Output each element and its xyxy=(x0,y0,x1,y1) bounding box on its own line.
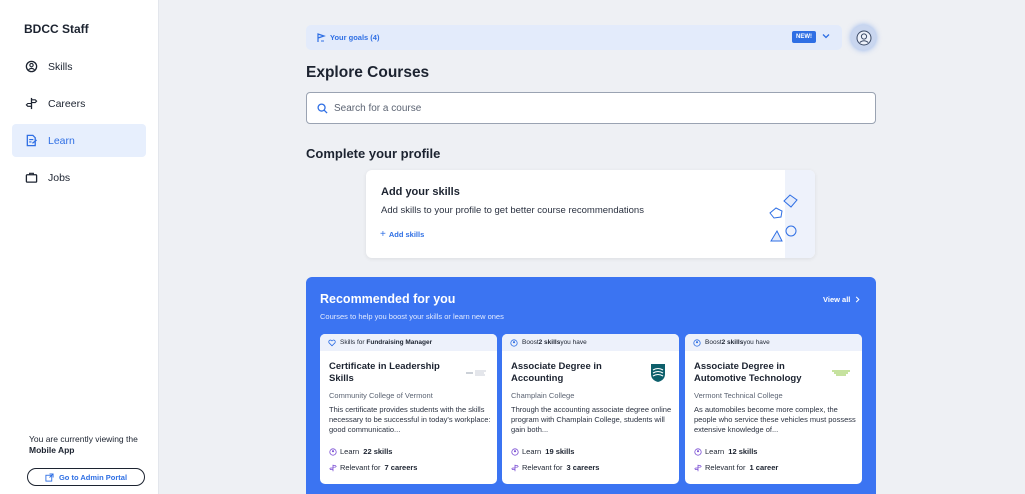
signpost-icon xyxy=(24,97,38,111)
course-description: Through the accounting associate degree … xyxy=(511,405,672,434)
sidebar: BDCC Staff Skills Careers Learn Jobs You… xyxy=(0,0,159,494)
course-card[interactable]: Skills for Fundraising Manager Certifica… xyxy=(320,334,497,484)
course-description: This certificate provides students with … xyxy=(329,405,491,434)
course-tag-suffix: you have xyxy=(560,339,587,346)
course-school: Community College of Vermont xyxy=(329,391,433,400)
course-title: Associate Degree in Automotive Technolog… xyxy=(694,361,802,384)
recommended-title: Recommended for you xyxy=(320,292,456,306)
chevron-right-icon xyxy=(854,296,861,303)
sidebar-item-jobs[interactable]: Jobs xyxy=(12,161,146,194)
viewing-app: Mobile App xyxy=(29,445,75,455)
course-description: As automobiles become more complex, the … xyxy=(694,405,856,434)
profile-section-title: Complete your profile xyxy=(306,146,441,161)
admin-portal-button[interactable]: Go to Admin Portal xyxy=(27,468,145,486)
relevant-prefix: Relevant for xyxy=(340,463,383,472)
vtc-logo xyxy=(830,362,852,384)
goals-bar[interactable]: Your goals (4) xyxy=(306,25,842,50)
user-avatar[interactable] xyxy=(851,25,876,50)
external-link-icon xyxy=(45,472,54,482)
avatar-icon xyxy=(856,30,871,45)
skills-icon xyxy=(24,60,38,74)
briefcase-icon xyxy=(24,171,38,185)
recommended-panel: Recommended for you Courses to help you … xyxy=(306,277,876,494)
course-tag: Skills for Fundraising Manager xyxy=(320,334,497,351)
sidebar-item-careers[interactable]: Careers xyxy=(12,87,146,120)
new-badge: NEW! xyxy=(792,31,816,43)
plus-icon: + xyxy=(380,229,386,240)
learn-prefix: Learn xyxy=(705,447,727,456)
course-school: Champlain College xyxy=(511,391,575,400)
admin-portal-label: Go to Admin Portal xyxy=(58,472,128,482)
skills-icon xyxy=(693,338,701,347)
learn-bold: 19 skills xyxy=(545,447,575,456)
skills-icon xyxy=(510,338,518,347)
sidebar-item-label: Jobs xyxy=(48,171,71,184)
course-tag-bold: Fundraising Manager xyxy=(366,339,433,346)
champlain-shield-logo xyxy=(647,362,669,384)
ccv-logo xyxy=(465,362,487,384)
heart-icon xyxy=(328,339,336,347)
course-learn-skills: Learn 19 skills xyxy=(511,447,574,456)
learn-prefix: Learn xyxy=(340,447,362,456)
course-tag-prefix: Skills for xyxy=(340,339,365,346)
learn-bold: 22 skills xyxy=(363,447,393,456)
brand-name: BDCC Staff xyxy=(24,22,89,36)
skills-icon xyxy=(694,447,702,456)
sidebar-item-skills[interactable]: Skills xyxy=(12,50,146,83)
course-tag: Boost 2 skills you have xyxy=(685,334,862,351)
add-skills-card: Add your skills Add skills to your profi… xyxy=(366,170,815,258)
course-card[interactable]: Boost 2 skills you have Associate Degree… xyxy=(502,334,679,484)
relevant-prefix: Relevant for xyxy=(522,463,565,472)
course-card[interactable]: Boost 2 skills you have Associate Degree… xyxy=(685,334,862,484)
course-tag-prefix: Boost xyxy=(522,339,539,346)
sidebar-nav: Skills Careers Learn Jobs xyxy=(12,50,146,198)
search-input[interactable] xyxy=(334,102,834,114)
signpost-icon xyxy=(511,464,519,472)
view-all-link[interactable]: View all xyxy=(823,295,861,304)
chevron-down-icon[interactable] xyxy=(821,31,831,41)
learn-prefix: Learn xyxy=(522,447,544,456)
sidebar-item-label: Skills xyxy=(48,60,73,73)
skills-icon xyxy=(511,447,519,456)
relevant-bold: 1 career xyxy=(749,463,779,472)
learn-bold: 12 skills xyxy=(728,447,758,456)
sidebar-item-label: Learn xyxy=(48,134,75,147)
course-learn-skills: Learn 22 skills xyxy=(329,447,392,456)
goals-label: Your goals (4) xyxy=(330,33,380,42)
view-all-label: View all xyxy=(823,295,851,304)
course-tag-suffix: you have xyxy=(743,339,770,346)
decorative-shapes-icon xyxy=(769,194,798,242)
signpost-icon xyxy=(329,464,337,472)
sidebar-item-label: Careers xyxy=(48,97,86,110)
course-search[interactable] xyxy=(306,92,876,124)
relevant-bold: 3 careers xyxy=(566,463,600,472)
course-tag-prefix: Boost xyxy=(705,339,722,346)
course-relevant-careers: Relevant for 7 careers xyxy=(329,463,417,472)
course-school: Vermont Technical College xyxy=(694,391,783,400)
course-learn-skills: Learn 12 skills xyxy=(694,447,757,456)
search-icon xyxy=(317,102,328,114)
recommended-subtitle: Courses to help you boost your skills or… xyxy=(320,312,504,321)
relevant-prefix: Relevant for xyxy=(705,463,748,472)
page-title: Explore Courses xyxy=(306,64,430,81)
sidebar-item-learn[interactable]: Learn xyxy=(12,124,146,157)
viewing-text: You are currently viewing the xyxy=(29,434,138,444)
relevant-bold: 7 careers xyxy=(384,463,418,472)
add-skills-link[interactable]: + Add skills xyxy=(380,229,424,240)
add-skills-link-label: Add skills xyxy=(388,230,425,239)
course-relevant-careers: Relevant for 1 career xyxy=(694,463,778,472)
goals-icon xyxy=(316,32,326,43)
course-tag-bold: 2 skills xyxy=(538,339,561,346)
signpost-icon xyxy=(694,464,702,472)
viewing-notice: You are currently viewing the Mobile App xyxy=(29,434,154,456)
add-skills-text: Add skills to your profile to get better… xyxy=(381,205,644,216)
course-tag: Boost 2 skills you have xyxy=(502,334,679,351)
document-icon xyxy=(24,134,38,148)
skills-icon xyxy=(329,447,337,456)
course-title: Certificate in Leadership Skills xyxy=(329,361,440,384)
course-relevant-careers: Relevant for 3 careers xyxy=(511,463,599,472)
course-title: Associate Degree in Accounting xyxy=(511,361,602,384)
add-skills-title: Add your skills xyxy=(381,186,460,198)
course-tag-bold: 2 skills xyxy=(721,339,744,346)
